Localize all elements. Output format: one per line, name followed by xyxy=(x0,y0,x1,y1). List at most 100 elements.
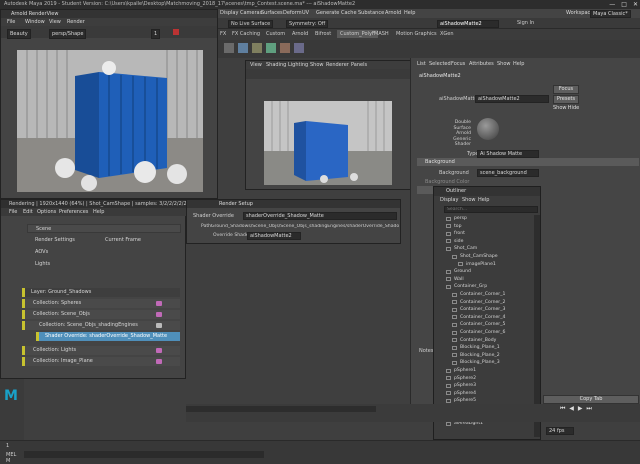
ae-menu-show[interactable]: Show xyxy=(497,60,511,68)
time-slider[interactable] xyxy=(186,406,376,412)
collection-row[interactable]: Collection: Scene_Objs xyxy=(22,310,180,319)
type-select[interactable]: Ai Shadow Matte xyxy=(477,150,539,158)
menu-display[interactable]: Display xyxy=(220,9,238,18)
outliner-item[interactable]: Container_Corner_4 xyxy=(440,314,536,322)
aov-select[interactable]: Beauty xyxy=(7,29,31,39)
shelf-tab-custom[interactable]: Custom xyxy=(266,31,285,37)
shelf-tab-mash[interactable]: MASH xyxy=(374,31,389,37)
frame-field[interactable]: 1 xyxy=(6,443,9,449)
outliner-item[interactable]: Container_Corner_2 xyxy=(440,299,536,307)
close-button[interactable]: ✕ xyxy=(633,0,638,9)
shelf-tab-arnold[interactable]: Arnold xyxy=(292,31,308,37)
rv-menu-render[interactable]: Render xyxy=(67,18,85,26)
rv-menu-view[interactable]: View xyxy=(49,18,61,26)
outliner-item[interactable]: Container_Grp xyxy=(440,283,536,291)
outliner-item[interactable]: side xyxy=(440,238,536,246)
vp-menu-lighting[interactable]: Lighting xyxy=(288,61,308,69)
render-settings-row[interactable]: Render Settings Current Frame xyxy=(27,236,181,245)
zoom-field[interactable]: 1 xyxy=(151,29,161,39)
menu-surfaces[interactable]: Surfaces xyxy=(261,9,283,18)
outliner-item[interactable]: Container_Body xyxy=(440,337,536,345)
material-swatch[interactable] xyxy=(477,118,499,140)
shelf-tab-motion-graphics[interactable]: Motion Graphics xyxy=(396,31,437,37)
shader-name-field[interactable]: aiShadowMatte2 xyxy=(475,95,549,103)
shelf-icon-strip[interactable] xyxy=(218,40,418,58)
collection-row[interactable]: Collection: Image_Plane xyxy=(22,357,180,366)
camera-select[interactable]: persp/Shape xyxy=(49,29,87,39)
outliner-item[interactable]: pSphere1 xyxy=(440,367,536,375)
menu-cache[interactable]: Cache xyxy=(341,9,357,18)
copy-tab-button[interactable]: Copy Tab xyxy=(543,395,639,404)
menu-arnold[interactable]: Arnold xyxy=(385,9,401,18)
command-input[interactable] xyxy=(24,451,264,458)
outliner-item[interactable]: Ground xyxy=(440,268,536,276)
fps-select[interactable]: 24 fps xyxy=(546,427,574,435)
rv-menu-window[interactable]: Window xyxy=(25,18,45,26)
presets-button[interactable]: Presets xyxy=(553,95,579,104)
vp-menu-show[interactable]: Show xyxy=(310,61,324,69)
shelf-tab-fx-caching[interactable]: FX Caching xyxy=(232,31,260,37)
live-surface-field[interactable]: No Live Surface xyxy=(228,20,274,28)
menu-cameras[interactable]: Cameras xyxy=(240,9,262,18)
ae-menu-attributes[interactable]: Attributes xyxy=(469,60,494,68)
rs-menu-options[interactable]: Options xyxy=(37,208,56,216)
ae-menu-focus[interactable]: Focus xyxy=(451,60,465,68)
menu-generate[interactable]: Generate xyxy=(316,9,339,18)
outliner-item[interactable]: persp xyxy=(440,215,536,223)
outliner-item[interactable]: Shot_CamShape xyxy=(440,253,536,261)
menu-deform[interactable]: Deform xyxy=(283,9,302,18)
viewport-scene[interactable] xyxy=(264,101,392,185)
outliner-menu-help[interactable]: Help xyxy=(478,196,489,204)
shelf-tab-fx[interactable]: FX xyxy=(220,31,226,37)
background-section[interactable]: Background xyxy=(417,158,639,166)
ae-menu-list[interactable]: List xyxy=(417,60,426,68)
rs-menu-file[interactable]: File xyxy=(9,208,17,216)
rs-menu-edit[interactable]: Edit xyxy=(23,208,33,216)
outliner-item[interactable]: pSphere4 xyxy=(440,390,536,398)
menu-help[interactable]: Help xyxy=(404,9,415,18)
playback-controls-icon[interactable]: ⏮ ◀ ▶ ⏭ xyxy=(560,405,593,413)
outliner-item[interactable]: imagePlane1 xyxy=(440,261,536,269)
outliner-item[interactable]: Container_Corner_1 xyxy=(440,291,536,299)
show-button[interactable]: Show xyxy=(553,105,567,113)
outliner-menu-display[interactable]: Display xyxy=(440,196,458,204)
outliner-item[interactable]: front xyxy=(440,230,536,238)
hide-button[interactable]: Hide xyxy=(567,105,580,113)
aovs-row[interactable]: AOVs xyxy=(27,248,181,257)
node-name-field[interactable]: aiShadowMatte2 xyxy=(437,20,499,28)
render-image[interactable] xyxy=(17,50,203,192)
outliner-item[interactable]: Container_Corner_3 xyxy=(440,306,536,314)
outliner-menu-show[interactable]: Show xyxy=(462,196,476,204)
outliner-item[interactable]: Shot_Cam xyxy=(440,245,536,253)
collection-row[interactable]: Collection: Scene_Objs_shadingEngines xyxy=(22,321,180,330)
rs-menu-help[interactable]: Help xyxy=(93,208,104,216)
sign-in-button[interactable]: Sign In xyxy=(515,20,536,26)
outliner-item[interactable]: Wall xyxy=(440,276,536,284)
symmetry-field[interactable]: Symmetry: Off xyxy=(286,20,329,28)
workspace-select[interactable]: Maya Classic* xyxy=(590,10,631,18)
focus-button[interactable]: Focus xyxy=(553,85,579,94)
vp-menu-panels[interactable]: Panels xyxy=(351,61,367,69)
outliner-item[interactable]: Container_Corner_5 xyxy=(440,321,536,329)
scene-row[interactable]: Scene xyxy=(27,224,181,233)
viewport-toolbar[interactable] xyxy=(246,69,410,79)
outliner-search-input[interactable] xyxy=(444,206,538,213)
outliner-item[interactable]: Container_Corner_6 xyxy=(440,329,536,337)
lights-row[interactable]: Lights xyxy=(27,260,181,269)
rs-menu-preferences[interactable]: Preferences xyxy=(59,208,88,216)
rv-menu-file[interactable]: File xyxy=(7,18,15,26)
shader-override-name-field[interactable]: shaderOverride_Shadow_Matte xyxy=(243,212,397,220)
maximize-button[interactable]: □ xyxy=(621,0,627,9)
timeline[interactable]: ⏮ ◀ ▶ ⏭ 24 fps xyxy=(186,404,640,435)
viewport-panel[interactable]: View Shading Lighting Show Renderer Pane… xyxy=(245,60,411,190)
shelf-tab-xgen[interactable]: XGen xyxy=(440,31,454,37)
menu-substance[interactable]: Substance xyxy=(358,9,384,18)
vp-menu-view[interactable]: View xyxy=(250,61,262,69)
stop-render-icon[interactable] xyxy=(173,29,179,35)
outliner-item[interactable]: pSphere3 xyxy=(440,382,536,390)
vp-menu-shading[interactable]: Shading xyxy=(266,61,286,69)
outliner-item[interactable]: Blocking_Plane_2 xyxy=(440,352,536,360)
minimize-button[interactable]: — xyxy=(609,0,615,9)
outliner-item[interactable]: pSphere2 xyxy=(440,375,536,383)
override-shader-field[interactable]: aiShadowMatte2 xyxy=(247,232,301,240)
